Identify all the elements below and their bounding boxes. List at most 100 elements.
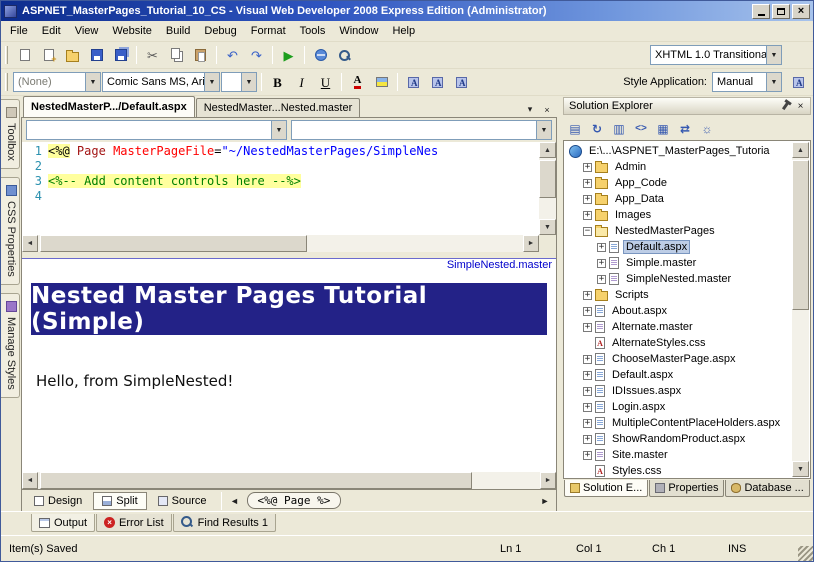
start-debugging-button[interactable]: ▶: [277, 45, 300, 66]
redo-button[interactable]: ↷: [245, 45, 268, 66]
panel-tab-properties[interactable]: Properties: [649, 480, 724, 497]
scroll-left-button[interactable]: ◄: [22, 235, 38, 252]
menu-item-debug[interactable]: Debug: [197, 22, 243, 40]
tree-item-scripts[interactable]: +Scripts: [565, 287, 793, 303]
design-surface[interactable]: Nested Master Pages Tutorial (Simple) He…: [22, 274, 556, 472]
tree-item-app-data[interactable]: +App_Data: [565, 191, 793, 207]
file-list-dropdown-button[interactable]: ▾: [522, 102, 538, 117]
tree-expander[interactable]: +: [583, 419, 592, 428]
tree-expander[interactable]: +: [583, 403, 592, 412]
scroll-down-button[interactable]: ▼: [539, 219, 556, 235]
tree-expander[interactable]: +: [583, 323, 592, 332]
bold-button[interactable]: B: [266, 72, 289, 93]
paste-button[interactable]: [189, 45, 212, 66]
menu-item-window[interactable]: Window: [332, 22, 385, 40]
view-button-split[interactable]: Split: [93, 492, 146, 510]
event-combobox[interactable]: ▼: [291, 120, 552, 140]
tag-navigator[interactable]: <%@ Page %>: [247, 492, 342, 509]
tree-expander[interactable]: +: [583, 387, 592, 396]
italic-button[interactable]: I: [290, 72, 313, 93]
dropdown-arrow-icon[interactable]: ▼: [271, 121, 286, 139]
menu-item-website[interactable]: Website: [105, 22, 159, 40]
copy-web-site-button[interactable]: ⇄: [675, 119, 695, 138]
scrollbar-thumb[interactable]: [792, 160, 809, 310]
scroll-right-button[interactable]: ►: [540, 472, 556, 489]
tree-expander[interactable]: +: [583, 435, 592, 444]
style-options-button[interactable]: [787, 72, 810, 93]
target-rule-combobox[interactable]: (None) ▼: [13, 72, 101, 92]
tree-item-alternatestyles-css[interactable]: AAlternateStyles.css: [565, 335, 793, 351]
tree-item-default-aspx[interactable]: +Default.aspx: [565, 367, 793, 383]
scroll-left-button[interactable]: ◄: [22, 472, 38, 489]
underline-button[interactable]: U: [314, 72, 337, 93]
tree-expander[interactable]: +: [597, 259, 606, 268]
new-style-button[interactable]: [450, 72, 473, 93]
panel-tab-database[interactable]: Database ...: [725, 480, 809, 497]
browse-with-button[interactable]: [309, 45, 332, 66]
highlight-color-button[interactable]: [370, 72, 393, 93]
dropdown-arrow-icon[interactable]: ▼: [85, 73, 100, 91]
dropdown-arrow-icon[interactable]: ▼: [204, 73, 219, 91]
menu-item-build[interactable]: Build: [159, 22, 197, 40]
tree-expander[interactable]: +: [583, 307, 592, 316]
bottom-tab-find-results-1[interactable]: Find Results 1: [173, 514, 276, 532]
code-editor[interactable]: 1<%@ Page MasterPageFile="~/NestedMaster…: [22, 142, 539, 235]
tree-item-default-aspx[interactable]: +Default.aspx: [565, 239, 793, 255]
scroll-down-button[interactable]: ▼: [792, 461, 809, 477]
tree-expander[interactable]: +: [583, 163, 592, 172]
tree-item-about-aspx[interactable]: +About.aspx: [565, 303, 793, 319]
tree-item-simple-master[interactable]: +Simple.master: [565, 255, 793, 271]
tree-item-admin[interactable]: +Admin: [565, 159, 793, 175]
foreground-color-button[interactable]: A: [346, 72, 369, 93]
scroll-up-button[interactable]: ▲: [792, 142, 809, 158]
side-tab-manage-styles[interactable]: Manage Styles: [1, 293, 20, 398]
cut-button[interactable]: ✂: [141, 45, 164, 66]
refresh-button[interactable]: ↻: [587, 119, 607, 138]
aspnet-configuration-button[interactable]: ☼: [697, 119, 717, 138]
menu-item-edit[interactable]: Edit: [35, 22, 68, 40]
menu-item-help[interactable]: Help: [385, 22, 422, 40]
tree-item-site-master[interactable]: +Site.master: [565, 447, 793, 463]
font-size-combobox[interactable]: ▼: [221, 72, 257, 92]
menu-item-view[interactable]: View: [68, 22, 106, 40]
tree-item-idissues-aspx[interactable]: +IDIssues.aspx: [565, 383, 793, 399]
tree-expander[interactable]: −: [583, 227, 592, 236]
add-new-item-button[interactable]: [37, 45, 60, 66]
auto-hide-pin-button[interactable]: [778, 99, 793, 113]
toolbar-grip[interactable]: [5, 73, 8, 91]
dropdown-arrow-icon[interactable]: ▼: [766, 46, 781, 64]
tree-item-e-aspnet-masterpages-tutoria[interactable]: E:\...\ASPNET_MasterPages_Tutoria: [565, 143, 793, 159]
code-vertical-scrollbar[interactable]: ▲ ▼: [539, 142, 556, 235]
font-name-combobox[interactable]: Comic Sans MS, Ari ▼: [102, 72, 220, 92]
properties-button[interactable]: ▤: [565, 119, 585, 138]
close-button[interactable]: ×: [792, 4, 810, 19]
bottom-tab-output[interactable]: Output: [31, 514, 95, 532]
copy-button[interactable]: [165, 45, 188, 66]
view-button-design[interactable]: Design: [25, 492, 91, 510]
side-tab-css-properties[interactable]: CSS Properties: [1, 177, 20, 285]
dropdown-arrow-icon[interactable]: ▼: [766, 73, 781, 91]
tag-nav-right-button[interactable]: ►: [537, 493, 553, 508]
tree-expander[interactable]: +: [583, 451, 592, 460]
undo-button[interactable]: ↶: [221, 45, 244, 66]
tree-item-showrandomproduct-aspx[interactable]: +ShowRandomProduct.aspx: [565, 431, 793, 447]
view-button-source[interactable]: Source: [149, 492, 216, 510]
tree-item-alternate-master[interactable]: +Alternate.master: [565, 319, 793, 335]
new-item-button[interactable]: [13, 45, 36, 66]
manage-styles-button[interactable]: [426, 72, 449, 93]
nest-related-files-button[interactable]: ▥: [609, 119, 629, 138]
scroll-up-button[interactable]: ▲: [539, 142, 556, 158]
close-document-button[interactable]: ×: [539, 102, 555, 117]
tree-expander[interactable]: +: [583, 195, 592, 204]
tree-item-simplenested-master[interactable]: +SimpleNested.master: [565, 271, 793, 287]
tree-expander[interactable]: +: [583, 371, 592, 380]
panel-tab-solution-e[interactable]: Solution E...: [564, 480, 648, 497]
code-horizontal-scrollbar[interactable]: ◄ ►: [22, 235, 539, 252]
solution-explorer-title-bar[interactable]: Solution Explorer ×: [563, 97, 811, 115]
tree-expander[interactable]: +: [583, 179, 592, 188]
tree-expander[interactable]: +: [597, 243, 606, 252]
tree-item-app-code[interactable]: +App_Code: [565, 175, 793, 191]
side-tab-toolbox[interactable]: Toolbox: [1, 99, 20, 169]
design-horizontal-scrollbar[interactable]: ◄ ►: [22, 472, 556, 489]
tree-item-choosemasterpage-aspx[interactable]: +ChooseMasterPage.aspx: [565, 351, 793, 367]
